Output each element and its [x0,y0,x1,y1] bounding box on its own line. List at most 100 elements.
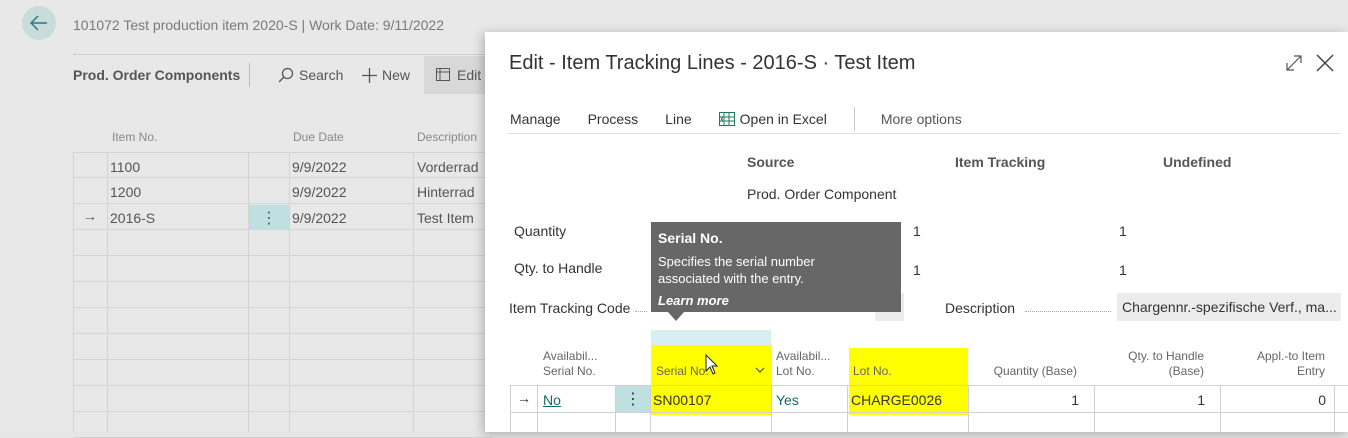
dialog-title: Edit - Item Tracking Lines - 2016-S · Te… [509,52,916,74]
new-label: New [382,67,411,83]
col-header-lot-no[interactable]: Lot No. [853,364,892,379]
cell-item-no[interactable]: 2016-S [110,210,155,226]
empty-row[interactable] [73,412,493,438]
summary-header-source: Source [747,154,795,170]
grid-line [847,385,848,432]
qty-to-handle-label: Qty. to Handle [514,260,603,276]
empty-row[interactable] [73,230,493,256]
tooltip-title: Serial No. [658,230,723,246]
col-header-qty-handle-line1: Qty. to Handle [1128,349,1204,363]
col-header-description[interactable]: Description [417,130,477,144]
col-header-item-no[interactable]: Item No. [112,130,157,144]
expand-icon[interactable] [1285,54,1303,72]
qty-to-handle-undefined: 1 [1119,262,1127,278]
grid-line [1094,385,1095,432]
table-row[interactable]: 1200 9/9/2022 Hinterrad [73,178,493,204]
grid-line [771,385,772,432]
description-field[interactable]: Chargennr.-spezifische Verf., ma... [1117,293,1341,321]
empty-row[interactable] [73,334,493,360]
grid-line [537,385,538,432]
menu-line[interactable]: Line [665,111,691,127]
col-header-avail-serial-line1: Availabil... [543,349,598,363]
chevron-down-icon[interactable] [755,366,765,374]
divider [508,133,1340,134]
mouse-cursor-icon [705,354,719,375]
col-header-appl-entry-line2: Entry [1296,364,1325,378]
toolbar-separator [249,63,250,87]
row-actions-menu[interactable]: ⋮ [249,205,289,230]
menu-process[interactable]: Process [588,111,639,127]
learn-more-link[interactable]: Learn more [658,293,894,308]
col-header-qty-handle-line2: (Base) [1168,364,1204,378]
quantity-label: Quantity [514,223,567,239]
empty-row[interactable] [73,256,493,282]
summary-header-item-tracking: Item Tracking [955,154,1046,170]
menu-manage[interactable]: Manage [510,111,561,127]
grid-line [968,385,969,432]
close-icon[interactable] [1315,53,1335,73]
menu-separator [853,107,855,131]
cell-item-no[interactable]: 1200 [110,184,141,200]
col-header-due-date[interactable]: Due Date [293,130,344,144]
grid-line [650,385,651,432]
cell-description[interactable]: Test Item [417,210,474,226]
cell-item-no[interactable]: 1100 [110,159,140,175]
divider [73,54,493,55]
col-header-qty-handle[interactable]: Qty. to Handle (Base) [1097,349,1204,379]
empty-row[interactable] [73,386,493,412]
edit-button[interactable]: Edit [424,56,494,94]
cell-due-date[interactable]: 9/9/2022 [292,210,347,226]
more-options-button[interactable]: More options [881,111,962,127]
open-in-excel-button[interactable]: Open in Excel [718,111,827,127]
row-arrow-icon: → [83,208,97,224]
search-label: Search [299,67,344,83]
col-header-appl-entry[interactable]: Appl.-to Item Entry [1225,349,1325,379]
row-actions-menu[interactable]: ⋮ [616,386,650,412]
excel-icon [718,112,735,126]
search-icon [278,67,294,83]
cell-qty-base[interactable]: 1 [975,392,1079,408]
col-header-avail-lot-line1: Availabil... [776,349,831,363]
cell-description[interactable]: Hinterrad [417,184,475,200]
empty-row[interactable] [73,282,493,308]
search-button[interactable]: Search [278,67,343,83]
arrow-left-icon [30,15,47,31]
cell-due-date[interactable]: 9/9/2022 [292,159,347,175]
components-grid: 1100 9/9/2022 Vorderrad 1200 9/9/2022 Hi… [73,152,493,438]
col-header-avail-serial-line2: Serial No. [543,364,596,378]
col-header-avail-lot[interactable]: Availabil... Lot No. [776,349,830,379]
new-button[interactable]: New [362,67,410,83]
grid-line [510,412,1348,413]
col-header-serial-no[interactable]: Serial No. [656,364,709,379]
item-tracking-dialog: Edit - Item Tracking Lines - 2016-S · Te… [485,32,1348,432]
empty-row[interactable] [73,360,493,386]
subpage-title: Prod. Order Components [73,67,241,83]
col-header-serial-no-label: Serial No. [656,364,709,378]
cell-lot-no[interactable]: CHARGE0026 [851,392,942,408]
field-dots [1025,311,1111,312]
cell-qty-handle[interactable]: 1 [1097,392,1205,408]
action-bar: Manage Process Line Open in Excel More o… [510,107,989,131]
cell-description[interactable]: Vorderrad [417,159,478,175]
qty-to-handle-item-tracking: 1 [913,262,921,278]
col-header-qty-base[interactable]: Quantity (Base) [975,364,1077,379]
cell-serial-no[interactable]: SN00107 [653,392,711,408]
description-label: Description [945,300,1016,316]
cell-avail-serial[interactable]: No [543,392,561,408]
cell-appl-entry[interactable]: 0 [1225,392,1326,408]
summary-header-undefined: Undefined [1163,154,1232,170]
back-button[interactable] [22,6,56,40]
empty-row[interactable] [73,308,493,334]
page-title: 101072 Test production item 2020-S | Wor… [73,17,444,33]
row-arrow-icon: → [517,390,531,406]
open-in-excel-label: Open in Excel [739,111,827,127]
cell-due-date[interactable]: 9/9/2022 [292,184,347,200]
grid-line [1334,385,1335,432]
edit-label: Edit [457,67,482,83]
plus-icon [362,67,377,83]
tooltip-body-line1: Specifies the serial number [658,254,815,269]
col-header-avail-lot-line2: Lot No. [776,364,815,378]
col-header-avail-serial[interactable]: Availabil... Serial No. [543,349,597,379]
table-row[interactable]: 1100 9/9/2022 Vorderrad [73,152,493,178]
cell-avail-lot[interactable]: Yes [776,392,799,408]
